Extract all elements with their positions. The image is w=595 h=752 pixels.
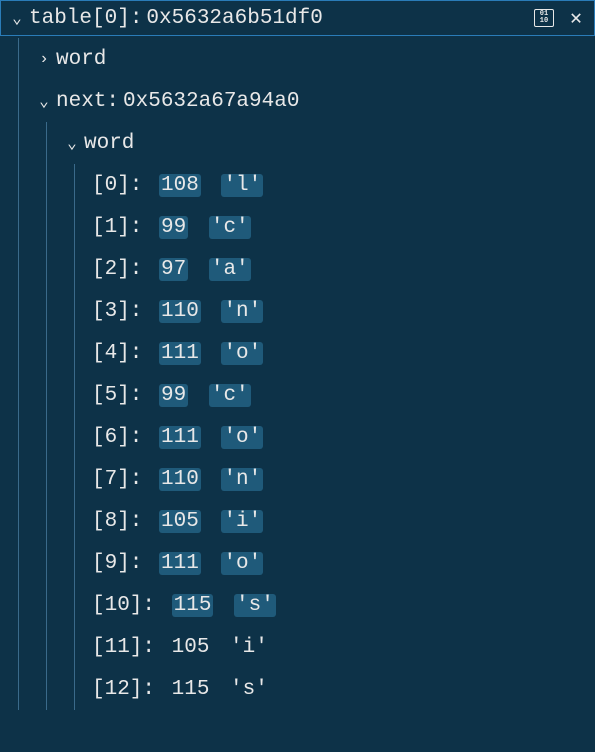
chevron-down-icon[interactable]: ⌄: [36, 91, 52, 111]
array-item-content: [11]: 105 'i': [92, 636, 268, 659]
tree-row-array-item[interactable]: [0]: 108 'l': [0, 164, 595, 206]
binary-view-icon[interactable]: 0110: [534, 8, 554, 28]
array-index: [0]:: [92, 174, 155, 197]
chevron-down-icon[interactable]: ⌄: [64, 133, 80, 153]
array-index: [1]:: [92, 216, 155, 239]
tree-row-array-item[interactable]: [9]: 111 'o': [0, 542, 595, 584]
tree-row-array-item[interactable]: [6]: 111 'o': [0, 416, 595, 458]
tree-row-array-item[interactable]: [11]: 105 'i': [0, 626, 595, 668]
tree-row-array-item[interactable]: [10]: 115 's': [0, 584, 595, 626]
array-index: [12]:: [92, 678, 168, 701]
array-item-content: [10]: 115 's': [92, 594, 276, 617]
header-title-area: ⌄ table[0]: 0x5632a6b51df0: [9, 7, 534, 30]
array-item-content: [4]: 111 'o': [92, 342, 263, 365]
close-icon[interactable]: ✕: [566, 8, 586, 28]
array-item-content: [0]: 108 'l': [92, 174, 263, 197]
array-value-num: 111: [159, 426, 201, 449]
tree-value: 0x5632a67a94a0: [123, 90, 299, 113]
tree-row-array-item[interactable]: [12]: 115 's': [0, 668, 595, 710]
tree-row-array-item[interactable]: [1]: 99 'c': [0, 206, 595, 248]
array-index: [8]:: [92, 510, 155, 533]
array-index: [2]:: [92, 258, 155, 281]
array-item-content: [9]: 111 'o': [92, 552, 263, 575]
array-value-num: 115: [172, 678, 210, 701]
array-value-num: 111: [159, 342, 201, 365]
array-value-char: 'o': [221, 342, 263, 365]
array-item-content: [5]: 99 'c': [92, 384, 251, 407]
array-index: [6]:: [92, 426, 155, 449]
tree-label: word: [84, 132, 134, 155]
array-item-content: [6]: 111 'o': [92, 426, 263, 449]
array-item-content: [1]: 99 'c': [92, 216, 251, 239]
array-index: [4]:: [92, 342, 155, 365]
array-value-num: 105: [159, 510, 201, 533]
tree-row-array-item[interactable]: [3]: 110 'n': [0, 290, 595, 332]
array-value-num: 110: [159, 300, 201, 323]
array-value-num: 97: [159, 258, 188, 281]
array-index: [7]:: [92, 468, 155, 491]
array-item-content: [2]: 97 'a': [92, 258, 251, 281]
tree-row-array-item[interactable]: [5]: 99 'c': [0, 374, 595, 416]
array-value-num: 108: [159, 174, 201, 197]
array-item-content: [8]: 105 'i': [92, 510, 263, 533]
array-value-char: 'l': [221, 174, 263, 197]
array-value-char: 'n': [221, 300, 263, 323]
array-value-num: 111: [159, 552, 201, 575]
header-title-prefix: table[0]:: [29, 7, 142, 30]
array-value-char: 'c': [209, 384, 251, 407]
header-title-value: 0x5632a6b51df0: [146, 7, 322, 30]
array-value-num: 105: [172, 636, 210, 659]
array-value-char: 's': [234, 594, 276, 617]
array-index: [9]:: [92, 552, 155, 575]
tree-row-word-collapsed[interactable]: › word: [0, 38, 595, 80]
array-value-char: 's': [230, 678, 268, 701]
array-value-num: 99: [159, 216, 188, 239]
tree-content: › word ⌄ next: 0x5632a67a94a0 ⌄ word [0]…: [0, 36, 595, 710]
chevron-right-icon[interactable]: ›: [36, 50, 52, 68]
tree-row-array-item[interactable]: [7]: 110 'n': [0, 458, 595, 500]
array-value-char: 'n': [221, 468, 263, 491]
array-index: [3]:: [92, 300, 155, 323]
tree-row-array-item[interactable]: [8]: 105 'i': [0, 500, 595, 542]
panel-header[interactable]: ⌄ table[0]: 0x5632a6b51df0 0110 ✕: [0, 0, 595, 36]
tree-row-array-item[interactable]: [2]: 97 'a': [0, 248, 595, 290]
array-value-char: 'o': [221, 426, 263, 449]
array-value-num: 115: [172, 594, 214, 617]
array-index: [11]:: [92, 636, 168, 659]
chevron-down-icon[interactable]: ⌄: [9, 8, 25, 28]
array-item-content: [12]: 115 's': [92, 678, 268, 701]
array-item-content: [3]: 110 'n': [92, 300, 263, 323]
array-value-char: 'i': [230, 636, 268, 659]
tree-label: word: [56, 48, 106, 71]
tree-label: next:: [56, 90, 119, 113]
array-value-char: 'c': [209, 216, 251, 239]
array-value-char: 'a': [209, 258, 251, 281]
array-value-num: 110: [159, 468, 201, 491]
array-value-char: 'o': [221, 552, 263, 575]
array-index: [10]:: [92, 594, 168, 617]
tree-row-array-item[interactable]: [4]: 111 'o': [0, 332, 595, 374]
array-index: [5]:: [92, 384, 155, 407]
array-value-num: 99: [159, 384, 188, 407]
header-actions: 0110 ✕: [534, 8, 586, 28]
array-value-char: 'i': [221, 510, 263, 533]
tree-row-word-expanded[interactable]: ⌄ word: [0, 122, 595, 164]
tree-row-next[interactable]: ⌄ next: 0x5632a67a94a0: [0, 80, 595, 122]
array-item-content: [7]: 110 'n': [92, 468, 263, 491]
